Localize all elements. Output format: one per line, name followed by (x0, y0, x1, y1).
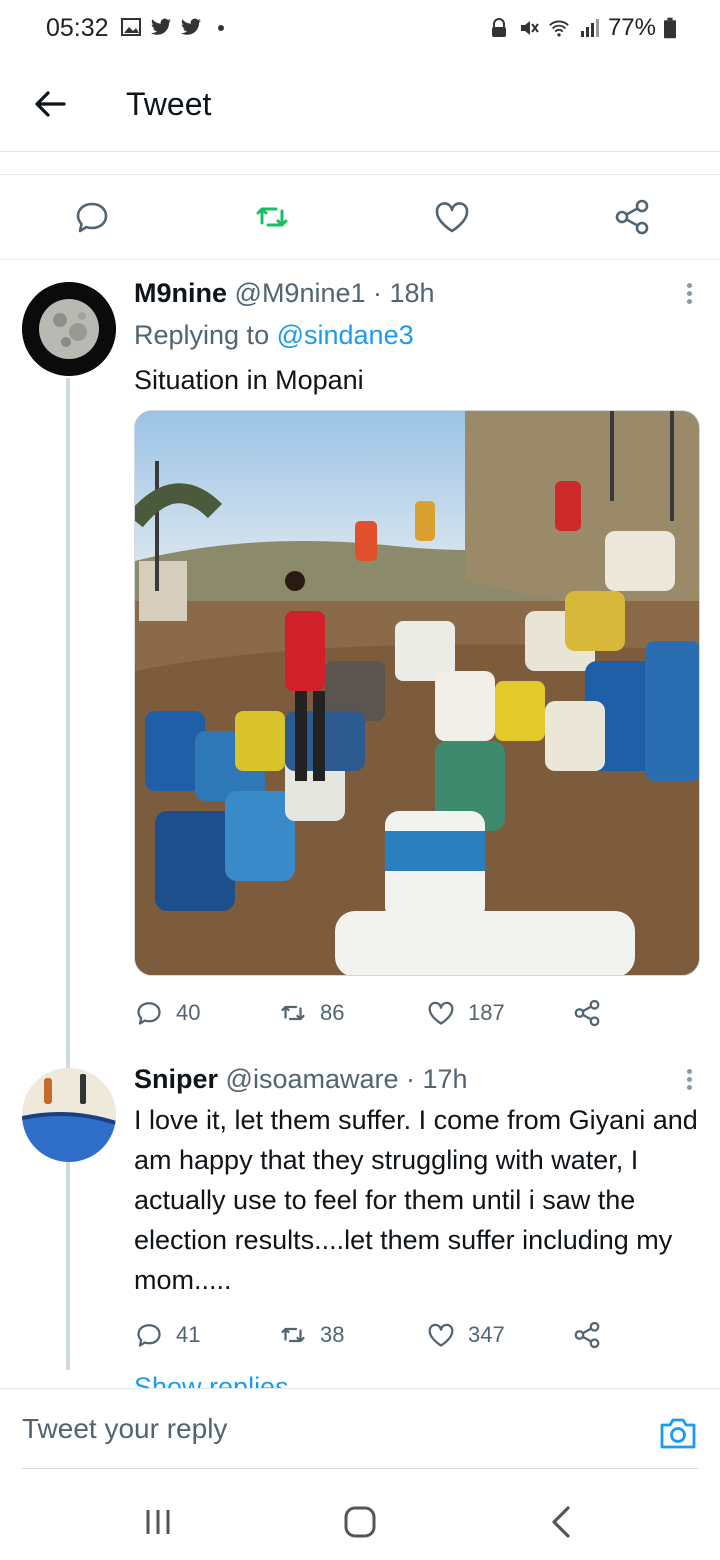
tweet-actions: 41 38 347 (134, 1320, 614, 1352)
retweet-icon (281, 1327, 305, 1343)
tweet-text: Situation in Mopani (134, 365, 364, 395)
share-button[interactable] (572, 1320, 602, 1350)
like-icon (428, 1001, 454, 1025)
show-replies-link[interactable]: Show replies (134, 1372, 289, 1388)
like-count: 347 (468, 1322, 505, 1347)
like-count: 187 (468, 1000, 505, 1025)
retweet-button[interactable]: 86 (278, 998, 344, 1028)
reply-button[interactable]: 41 (134, 1320, 200, 1350)
page-title: Tweet (126, 86, 212, 122)
author-name[interactable]: Sniper (134, 1064, 218, 1094)
recents-icon[interactable] (138, 1502, 178, 1542)
mute-icon (520, 21, 539, 35)
reply-icon[interactable] (72, 197, 112, 237)
notification-icons (120, 16, 232, 38)
like-icon (428, 1323, 454, 1347)
reply-icon (137, 1324, 161, 1347)
more-options-icon[interactable] (684, 280, 694, 310)
tweet-header: Sniper @isoamaware · 17h (134, 1064, 468, 1094)
vpn-icon (491, 18, 506, 37)
wifi-icon (549, 20, 569, 37)
twitter-icon (180, 18, 202, 35)
share-icon (574, 1321, 600, 1349)
battery-percent: 77% (607, 14, 656, 41)
status-time: 05:32 (46, 14, 109, 42)
system-nav-bar (0, 1480, 720, 1560)
tweet-time: 17h (422, 1064, 468, 1094)
like-button[interactable]: 347 (426, 1320, 505, 1350)
system-icons: 77% (488, 14, 676, 42)
retweet-count: 38 (320, 1322, 345, 1347)
back-chevron-icon[interactable] (542, 1502, 582, 1542)
retweet-button[interactable]: 38 (278, 1320, 344, 1350)
avatar[interactable] (22, 1068, 116, 1162)
tweet-photo[interactable] (134, 410, 700, 976)
battery-icon (664, 17, 676, 39)
avatar[interactable] (22, 282, 116, 376)
tweet-actions: 40 86 187 (134, 998, 614, 1030)
parent-tweet-actions (0, 174, 720, 260)
share-icon (574, 999, 600, 1027)
plate-avatar-image (22, 1068, 116, 1162)
reply-count: 40 (176, 1000, 201, 1025)
share-icon[interactable] (612, 197, 652, 237)
retweet-icon[interactable] (252, 197, 292, 237)
gallery-icon (121, 18, 141, 36)
like-icon[interactable] (432, 197, 472, 237)
home-icon[interactable] (340, 1502, 380, 1542)
reply-count: 41 (176, 1322, 201, 1347)
twitter-icon (150, 18, 172, 35)
more-options-icon[interactable] (684, 1066, 694, 1096)
author-name[interactable]: M9nine (134, 278, 227, 308)
like-button[interactable]: 187 (426, 998, 505, 1028)
status-bar: 05:32 77% (0, 0, 720, 60)
arrow-left-icon[interactable] (30, 84, 70, 124)
reply-input[interactable] (22, 1389, 698, 1469)
retweet-count: 86 (320, 1000, 345, 1025)
replying-to: Replying to @sindane3 (134, 320, 414, 350)
reply-icon (137, 1002, 161, 1025)
camera-icon[interactable] (658, 1413, 698, 1453)
dot-icon (218, 25, 224, 31)
thread-line (66, 1164, 70, 1370)
mention-link[interactable]: @sindane3 (277, 320, 414, 350)
photo-image (135, 411, 699, 975)
author-handle: @M9nine1 (234, 278, 366, 308)
reply-composer (0, 1388, 720, 1470)
moon-avatar-image (22, 282, 116, 376)
signal-icon (580, 19, 599, 37)
tweet-header: M9nine @M9nine1 · 18h (134, 278, 435, 308)
retweet-icon (281, 1005, 305, 1021)
tweet-text: I love it, let them suffer. I come from … (134, 1105, 698, 1295)
share-button[interactable] (572, 998, 602, 1028)
tweet-time: 18h (389, 278, 435, 308)
app-header: Tweet (0, 60, 720, 152)
author-handle: @isoamaware (225, 1064, 399, 1094)
reply-button[interactable]: 40 (134, 998, 200, 1028)
